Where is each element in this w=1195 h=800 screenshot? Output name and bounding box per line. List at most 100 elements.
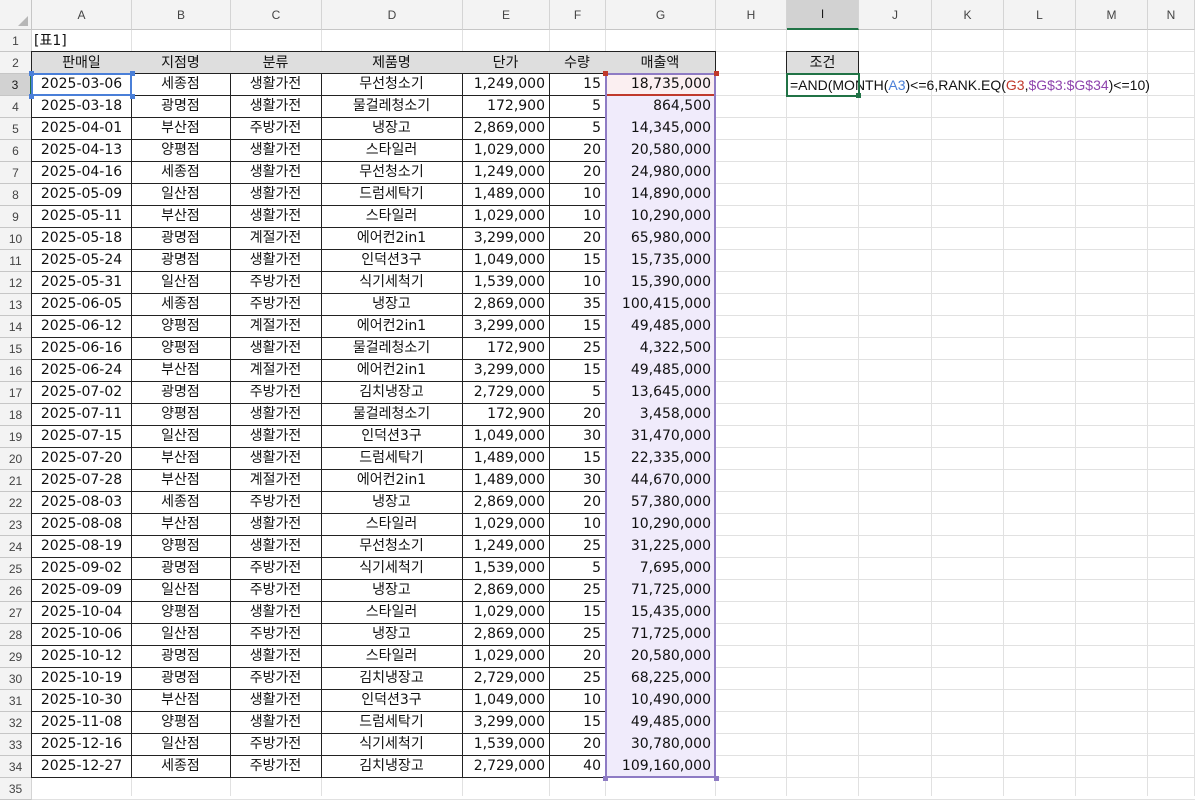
table-cell[interactable]: 주방가전 xyxy=(230,733,322,756)
resize-handle[interactable] xyxy=(29,71,34,76)
table-cell[interactable]: 2025-10-19 xyxy=(31,667,132,690)
row-header-11[interactable]: 11 xyxy=(0,250,32,272)
table-cell[interactable]: 2025-07-15 xyxy=(31,425,132,448)
table-cell[interactable]: 스타일러 xyxy=(321,205,463,228)
table-cell[interactable]: 세종점 xyxy=(131,755,231,778)
table-cell[interactable]: 물걸레청소기 xyxy=(321,337,463,360)
table-cell[interactable]: 스타일러 xyxy=(321,139,463,162)
table-cell[interactable]: 광명점 xyxy=(131,249,231,272)
sales-amount-cell[interactable]: 71,725,000 xyxy=(605,579,716,602)
table-cell[interactable]: 부산점 xyxy=(131,205,231,228)
table-cell[interactable]: 20 xyxy=(549,491,606,514)
table-cell[interactable]: 일산점 xyxy=(131,271,231,294)
table-cell[interactable]: 2,729,000 xyxy=(462,667,550,690)
column-header-h[interactable]: H xyxy=(716,0,787,30)
table-cell[interactable]: 1,029,000 xyxy=(462,601,550,624)
row-header-6[interactable]: 6 xyxy=(0,140,32,162)
sales-amount-cell[interactable]: 30,780,000 xyxy=(605,733,716,756)
column-header-f[interactable]: F xyxy=(550,0,606,30)
table-cell[interactable]: 에어컨2in1 xyxy=(321,315,463,338)
table-header-cell[interactable]: 분류 xyxy=(230,51,322,74)
row-header-23[interactable]: 23 xyxy=(0,514,32,536)
table-cell[interactable]: 1,249,000 xyxy=(462,161,550,184)
table-header-cell[interactable]: 지점명 xyxy=(131,51,231,74)
sales-amount-cell[interactable]: 20,580,000 xyxy=(605,645,716,668)
table-cell[interactable]: 2025-07-20 xyxy=(31,447,132,470)
table-cell[interactable]: 5 xyxy=(549,557,606,580)
table-cell[interactable]: 2025-08-08 xyxy=(31,513,132,536)
table-cell[interactable]: 20 xyxy=(549,645,606,668)
row-header-3[interactable]: 3 xyxy=(0,74,32,96)
row-header-13[interactable]: 13 xyxy=(0,294,32,316)
table-cell[interactable]: 계절가전 xyxy=(230,227,322,250)
table-cell[interactable]: 스타일러 xyxy=(321,601,463,624)
table-cell[interactable]: 25 xyxy=(549,535,606,558)
column-header-a[interactable]: A xyxy=(32,0,132,30)
table-cell[interactable]: 1,489,000 xyxy=(462,469,550,492)
table-cell[interactable]: 2,869,000 xyxy=(462,579,550,602)
table-cell[interactable]: 생활가전 xyxy=(230,139,322,162)
table-cell[interactable]: 2025-06-24 xyxy=(31,359,132,382)
column-header-g[interactable]: G xyxy=(606,0,716,30)
column-header-e[interactable]: E xyxy=(463,0,550,30)
row-header-29[interactable]: 29 xyxy=(0,646,32,668)
table-cell[interactable]: 부산점 xyxy=(131,117,231,140)
sales-amount-cell[interactable]: 31,470,000 xyxy=(605,425,716,448)
table-cell[interactable]: 2,729,000 xyxy=(462,381,550,404)
row-header-22[interactable]: 22 xyxy=(0,492,32,514)
table-cell[interactable]: 주방가전 xyxy=(230,271,322,294)
table-cell[interactable]: 물걸레청소기 xyxy=(321,403,463,426)
table-cell[interactable]: 양평점 xyxy=(131,403,231,426)
table-cell[interactable]: 30 xyxy=(549,469,606,492)
table-cell[interactable]: 2025-12-16 xyxy=(31,733,132,756)
table-cell[interactable]: 김치냉장고 xyxy=(321,667,463,690)
table-cell[interactable]: 김치냉장고 xyxy=(321,755,463,778)
row-header-21[interactable]: 21 xyxy=(0,470,32,492)
table-cell[interactable]: 생활가전 xyxy=(230,425,322,448)
table-cell[interactable]: 2025-08-03 xyxy=(31,491,132,514)
table-cell[interactable]: 15 xyxy=(549,73,606,96)
table-cell[interactable]: 세종점 xyxy=(131,491,231,514)
table-cell[interactable]: 20 xyxy=(549,227,606,250)
table-cell[interactable]: 세종점 xyxy=(131,161,231,184)
row-header-9[interactable]: 9 xyxy=(0,206,32,228)
table-cell[interactable]: 25 xyxy=(549,667,606,690)
sales-amount-cell[interactable]: 3,458,000 xyxy=(605,403,716,426)
sales-amount-cell[interactable]: 13,645,000 xyxy=(605,381,716,404)
table-cell[interactable]: 무선청소기 xyxy=(321,73,463,96)
table-header-cell[interactable]: 매출액 xyxy=(605,51,716,74)
row-header-2[interactable]: 2 xyxy=(0,52,32,74)
table-cell[interactable]: 10 xyxy=(549,205,606,228)
row-header-35[interactable]: 35 xyxy=(0,778,32,800)
table-cell[interactable]: 1,489,000 xyxy=(462,447,550,470)
table-cell[interactable]: 주방가전 xyxy=(230,491,322,514)
resize-handle[interactable] xyxy=(29,94,34,99)
column-header-m[interactable]: M xyxy=(1076,0,1148,30)
table-cell[interactable]: 주방가전 xyxy=(230,579,322,602)
row-header-17[interactable]: 17 xyxy=(0,382,32,404)
table-cell[interactable]: 2025-07-28 xyxy=(31,469,132,492)
table-cell[interactable]: 2025-09-09 xyxy=(31,579,132,602)
table-cell[interactable]: 냉장고 xyxy=(321,293,463,316)
table-cell[interactable]: 생활가전 xyxy=(230,447,322,470)
sales-amount-cell[interactable]: 44,670,000 xyxy=(605,469,716,492)
table-cell[interactable]: 2,869,000 xyxy=(462,117,550,140)
table-cell[interactable]: 3,299,000 xyxy=(462,227,550,250)
row-header-31[interactable]: 31 xyxy=(0,690,32,712)
table-cell[interactable]: 2025-05-31 xyxy=(31,271,132,294)
resize-handle[interactable] xyxy=(714,71,719,76)
table-cell[interactable]: 김치냉장고 xyxy=(321,381,463,404)
table-cell[interactable]: 냉장고 xyxy=(321,491,463,514)
table-cell[interactable]: 1,029,000 xyxy=(462,139,550,162)
column-header-i[interactable]: I xyxy=(787,0,859,30)
table-cell[interactable]: 생활가전 xyxy=(230,73,322,96)
table-cell[interactable]: 드럼세탁기 xyxy=(321,447,463,470)
sales-amount-cell[interactable]: 7,695,000 xyxy=(605,557,716,580)
table-cell[interactable]: 광명점 xyxy=(131,227,231,250)
resize-handle[interactable] xyxy=(603,776,608,781)
row-header-15[interactable]: 15 xyxy=(0,338,32,360)
table-cell[interactable]: 무선청소기 xyxy=(321,161,463,184)
sales-amount-cell[interactable]: 68,225,000 xyxy=(605,667,716,690)
table-header-cell[interactable]: 단가 xyxy=(462,51,550,74)
row-header-28[interactable]: 28 xyxy=(0,624,32,646)
